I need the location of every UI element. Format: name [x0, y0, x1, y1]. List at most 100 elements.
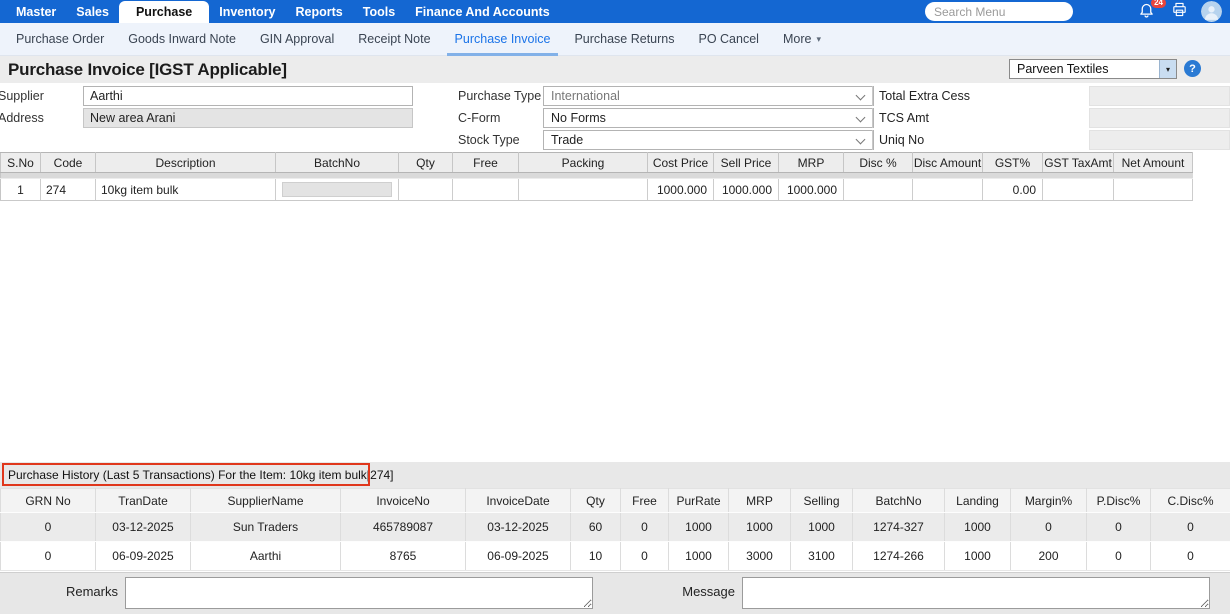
cell: Sun Traders	[191, 513, 341, 542]
mrp-cell[interactable]: 1000.000	[779, 179, 844, 201]
cell: 06-09-2025	[96, 542, 191, 571]
nav-sales[interactable]: Sales	[66, 0, 119, 23]
footer-bar: Remarks Message	[0, 572, 1230, 614]
cell: 1000	[669, 513, 729, 542]
tcs-amt-input[interactable]	[1089, 108, 1230, 128]
purchase-invoice-screen: Master Sales Purchase Inventory Reports …	[0, 0, 1230, 614]
nav-master[interactable]: Master	[6, 0, 66, 23]
top-navbar: Master Sales Purchase Inventory Reports …	[0, 0, 1230, 23]
cell: 0	[1011, 513, 1087, 542]
purchase-sub-navbar: Purchase Order Goods Inward Note GIN App…	[0, 23, 1230, 56]
cell: 10	[571, 542, 621, 571]
free-cell[interactable]	[453, 179, 519, 201]
history-row: 0 06-09-2025 Aarthi 8765 06-09-2025 10 0…	[1, 542, 1230, 571]
net-amount-cell[interactable]	[1114, 179, 1193, 201]
cell: 8765	[341, 542, 466, 571]
column-header: SupplierName	[191, 489, 341, 513]
cform-label: C-Form	[458, 111, 500, 125]
uniq-no-row: Uniq No	[872, 130, 1230, 150]
batchno-input[interactable]	[282, 182, 392, 197]
print-button[interactable]	[1168, 1, 1190, 23]
cost-price-cell[interactable]: 1000.000	[648, 179, 714, 201]
help-button[interactable]: ?	[1184, 60, 1201, 77]
cell: 0	[1, 542, 96, 571]
cell: 06-09-2025	[466, 542, 571, 571]
column-header: Free	[621, 489, 669, 513]
cell: 465789087	[341, 513, 466, 542]
remarks-label: Remarks	[20, 584, 118, 599]
subnav-purchase-returns[interactable]: Purchase Returns	[574, 23, 674, 56]
cell: 1000	[945, 513, 1011, 542]
subnav-gin-approval[interactable]: GIN Approval	[260, 23, 334, 56]
history-header-row: GRN No TranDate SupplierName InvoiceNo I…	[1, 489, 1230, 513]
purchase-type-select[interactable]: International	[543, 86, 874, 106]
column-header: InvoiceDate	[466, 489, 571, 513]
uniq-no-input[interactable]	[1089, 130, 1230, 150]
stock-type-label: Stock Type	[458, 133, 520, 147]
notification-bell-button[interactable]: 24	[1135, 1, 1157, 23]
column-header: Margin%	[1011, 489, 1087, 513]
cell: 03-12-2025	[466, 513, 571, 542]
supplier-input[interactable]: Aarthi	[83, 86, 413, 106]
subnav-receipt-note[interactable]: Receipt Note	[358, 23, 430, 56]
column-header: Description	[96, 153, 276, 173]
nav-reports[interactable]: Reports	[286, 0, 353, 23]
invoice-form: Supplier Aarthi Address New area Arani P…	[0, 83, 1230, 152]
search-input[interactable]	[925, 2, 1073, 21]
purchase-history-table: GRN No TranDate SupplierName InvoiceNo I…	[0, 488, 1230, 571]
column-header: C.Disc%	[1151, 489, 1230, 513]
company-dropdown-button[interactable]: ▾	[1159, 60, 1176, 78]
gst-pct-cell[interactable]: 0.00	[983, 179, 1043, 201]
code-cell[interactable]: 274	[41, 179, 96, 201]
items-row: 1 274 10kg item bulk 1000.000 1000.000 1…	[1, 179, 1193, 201]
cell: 1000	[669, 542, 729, 571]
nav-finance-accounts[interactable]: Finance And Accounts	[405, 0, 560, 23]
cell: 0	[1087, 513, 1151, 542]
address-input[interactable]: New area Arani	[83, 108, 413, 128]
subnav-more[interactable]: More ▾	[783, 23, 821, 56]
qty-cell[interactable]	[399, 179, 453, 201]
company-select-value: Parveen Textiles	[1010, 60, 1159, 78]
cform-select[interactable]: No Forms	[543, 108, 874, 128]
cell: 3000	[729, 542, 791, 571]
packing-cell[interactable]	[519, 179, 648, 201]
disc-pct-cell[interactable]	[844, 179, 913, 201]
printer-icon	[1171, 1, 1188, 23]
subnav-purchase-order[interactable]: Purchase Order	[16, 23, 104, 56]
column-header: MRP	[779, 153, 844, 173]
description-cell[interactable]: 10kg item bulk	[96, 179, 276, 201]
sell-price-cell[interactable]: 1000.000	[714, 179, 779, 201]
column-header: Qty	[399, 153, 453, 173]
subnav-purchase-invoice[interactable]: Purchase Invoice	[455, 23, 551, 56]
column-header: Packing	[519, 153, 648, 173]
column-header: BatchNo	[853, 489, 945, 513]
total-extra-cess-row: Total Extra Cess	[872, 86, 1230, 106]
column-header: Qty	[571, 489, 621, 513]
column-header: S.No	[1, 153, 41, 173]
caret-down-icon: ▾	[1166, 65, 1170, 74]
nav-inventory[interactable]: Inventory	[209, 0, 285, 23]
subnav-goods-inward-note[interactable]: Goods Inward Note	[128, 23, 236, 56]
total-extra-cess-input[interactable]	[1089, 86, 1230, 106]
column-header: TranDate	[96, 489, 191, 513]
subnav-po-cancel[interactable]: PO Cancel	[699, 23, 759, 56]
nav-purchase[interactable]: Purchase	[119, 1, 209, 23]
chevron-down-icon: ▾	[816, 34, 821, 45]
user-avatar[interactable]	[1201, 1, 1222, 22]
cell: 3100	[791, 542, 853, 571]
disc-amount-cell[interactable]	[913, 179, 983, 201]
gst-taxamt-cell[interactable]	[1043, 179, 1114, 201]
cell: 1000	[945, 542, 1011, 571]
column-header: Sell Price	[714, 153, 779, 173]
address-label: Address	[0, 111, 44, 125]
nav-tools[interactable]: Tools	[353, 0, 405, 23]
remarks-textarea[interactable]	[125, 577, 593, 609]
sno-cell: 1	[1, 179, 41, 201]
items-header-row: S.No Code Description BatchNo Qty Free P…	[1, 153, 1193, 173]
message-textarea[interactable]	[742, 577, 1210, 609]
company-select[interactable]: Parveen Textiles ▾	[1009, 59, 1177, 79]
stock-type-select[interactable]: Trade	[543, 130, 874, 150]
page-title: Purchase Invoice [IGST Applicable]	[0, 60, 287, 80]
column-header: Code	[41, 153, 96, 173]
search-menu-wrap	[925, 2, 1073, 21]
